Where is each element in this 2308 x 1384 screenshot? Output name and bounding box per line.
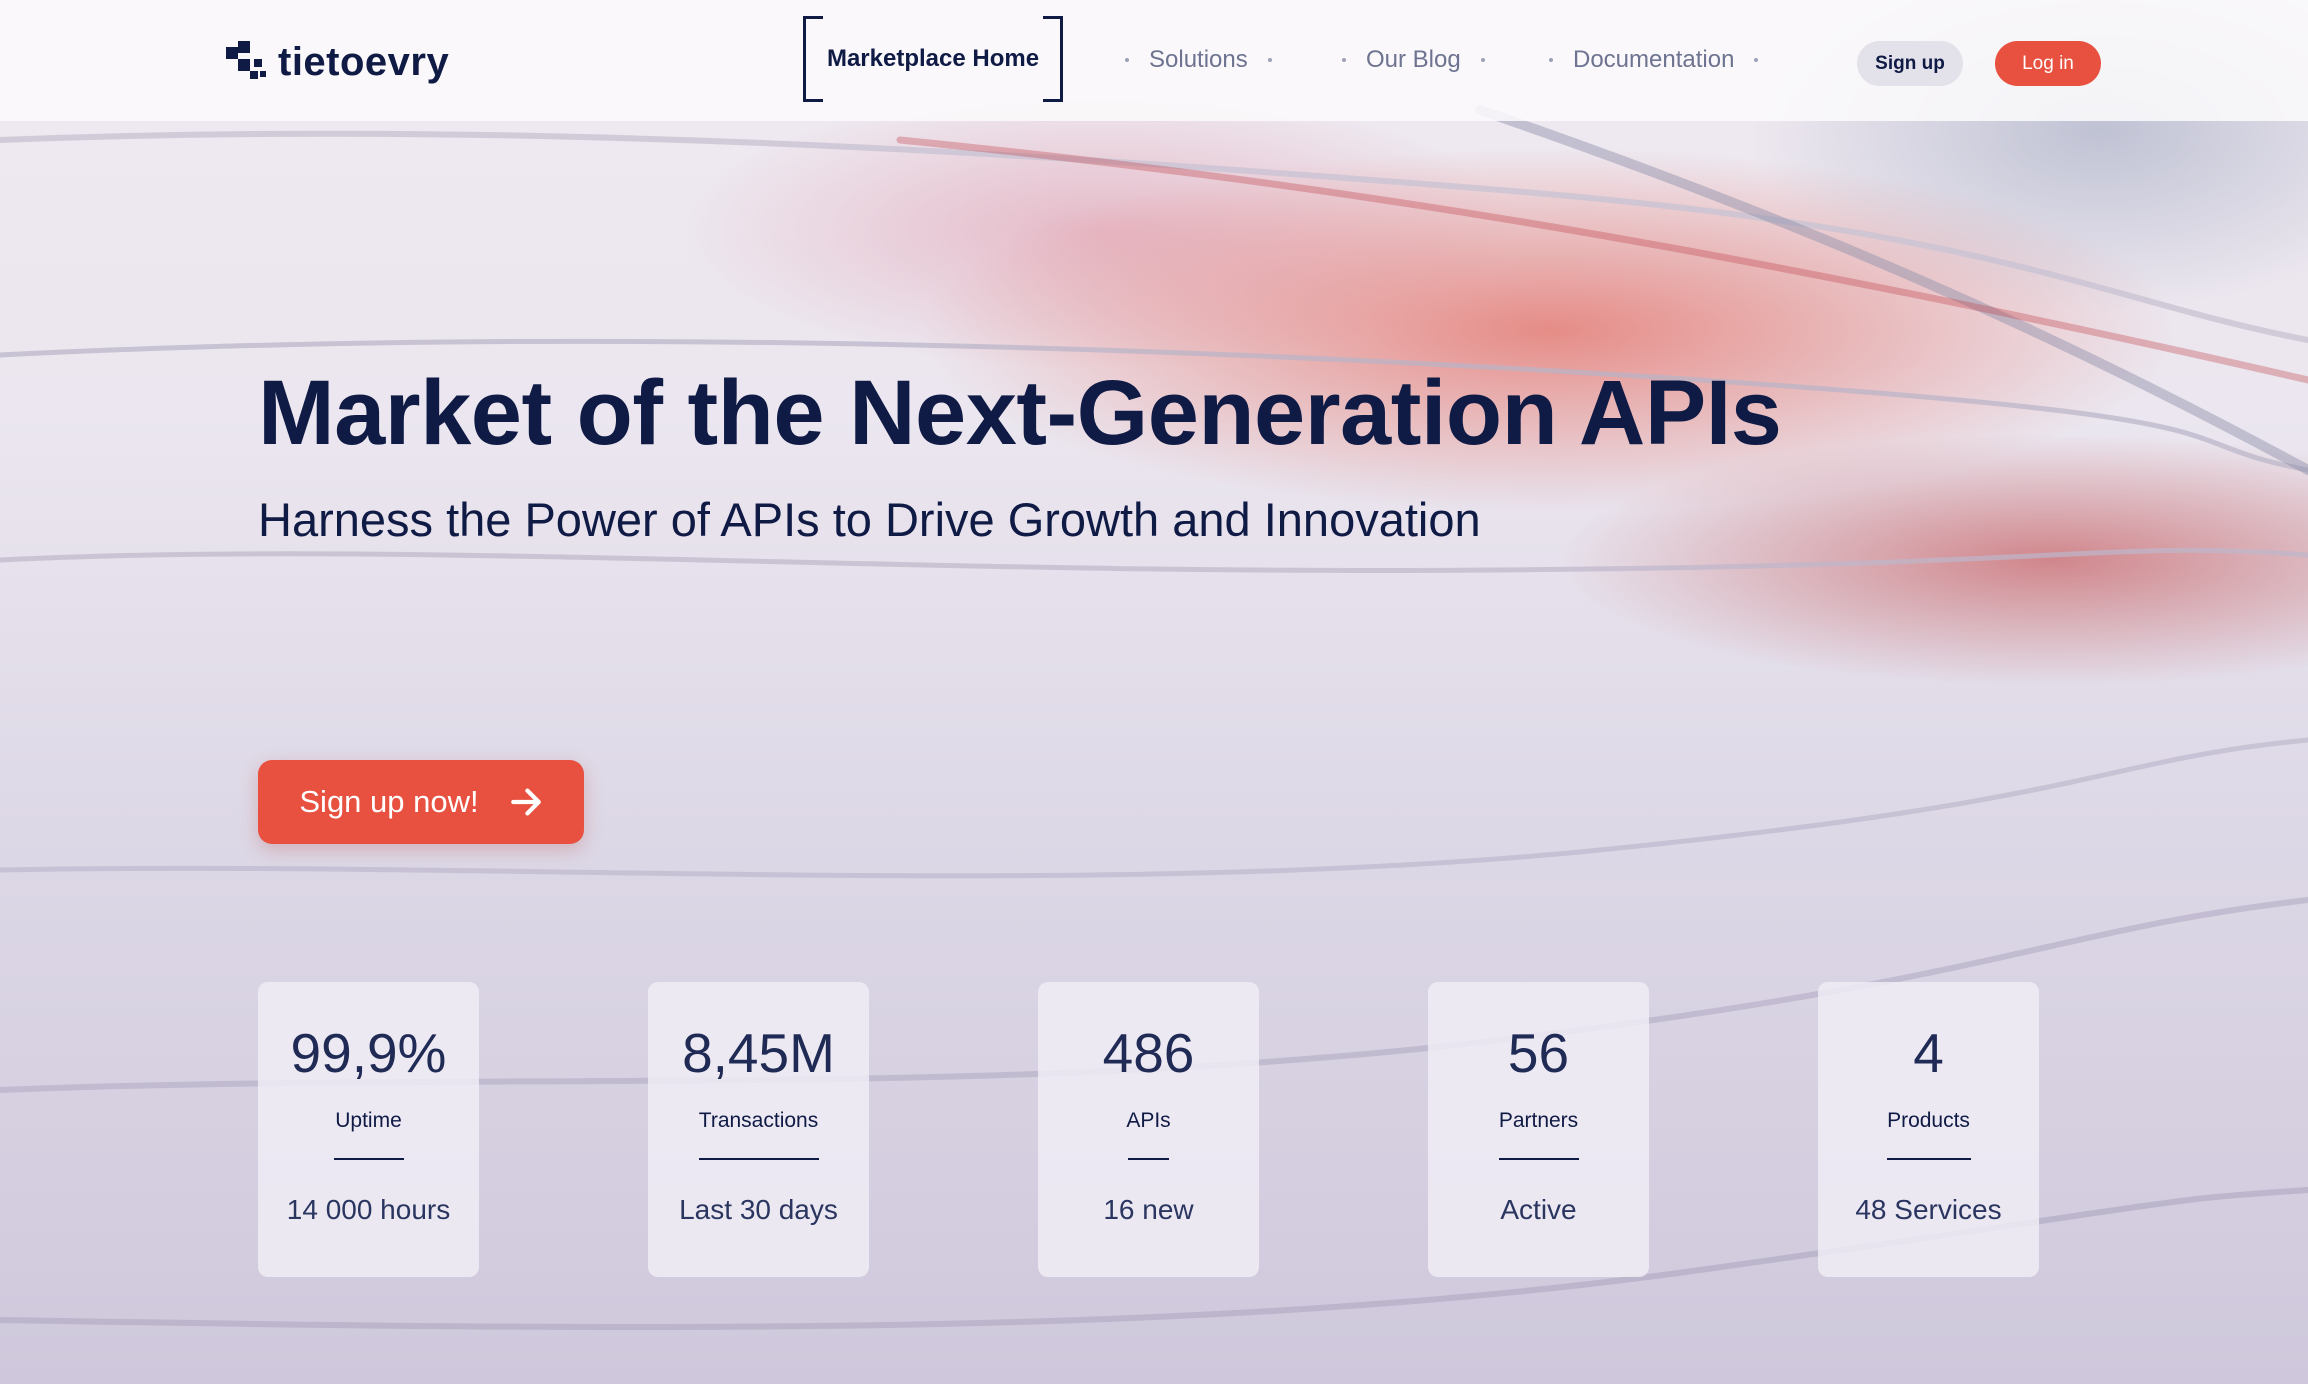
right-bracket (1043, 16, 1063, 102)
nav-solutions-label: Solutions (1149, 46, 1248, 73)
sign-up-now-button[interactable]: Sign up now! (258, 760, 584, 844)
left-bracket (803, 16, 823, 102)
stat-label: APIs (1126, 1109, 1171, 1132)
stat-card-uptime: 99,9% Uptime 14 000 hours (258, 982, 479, 1277)
separator-dot (1267, 58, 1272, 62)
stat-detail: 48 Services (1855, 1194, 2002, 1225)
logo-wordmark: tietoevry (278, 39, 450, 84)
stat-detail: 16 new (1103, 1194, 1194, 1225)
nav-marketplace-home-label: Marketplace Home (826, 45, 1040, 72)
top-navigation-bar: tietoevry Marketplace Home Solutions Our… (0, 0, 2308, 121)
nav-our-blog[interactable]: Our Blog (1322, 40, 1505, 80)
logo-mark-icon (226, 41, 268, 83)
stat-divider (1499, 1158, 1579, 1160)
arrow-right-icon (510, 788, 541, 816)
nav-documentation-label: Documentation (1573, 46, 1735, 73)
stat-card-products: 4 Products 48 Services (1818, 982, 2039, 1277)
stat-divider (1128, 1158, 1169, 1160)
nav-our-blog-label: Our Blog (1366, 46, 1461, 73)
hero-title: Market of the Next-Generation APIs (258, 362, 1782, 464)
nav-documentation[interactable]: Documentation (1529, 40, 1778, 80)
stat-card-partners: 56 Partners Active (1428, 982, 1649, 1277)
hero-subtitle: Harness the Power of APIs to Drive Growt… (258, 493, 1481, 546)
separator-dot (1480, 58, 1485, 62)
sign-up-button[interactable]: Sign up (1857, 41, 1963, 86)
log-in-button[interactable]: Log in (1995, 41, 2101, 86)
stat-divider (699, 1158, 819, 1160)
separator-dot (1342, 58, 1346, 62)
nav-solutions[interactable]: Solutions (1105, 40, 1292, 80)
stat-label: Products (1887, 1109, 1970, 1132)
stat-detail: 14 000 hours (286, 1194, 451, 1225)
stat-value: 4 (1913, 1022, 1944, 1084)
stat-label: Uptime (335, 1109, 402, 1132)
stat-card-transactions: 8,45M Transactions Last 30 days (648, 982, 869, 1277)
stat-value: 99,9% (290, 1022, 447, 1084)
separator-dot (1549, 58, 1553, 62)
separator-dot (1754, 58, 1759, 62)
stat-label: Transactions (698, 1109, 819, 1132)
stat-value: 8,45M (682, 1022, 835, 1084)
stat-value: 486 (1102, 1022, 1195, 1084)
nav-marketplace-home[interactable]: Marketplace Home (803, 16, 1063, 102)
stat-label: Partners (1498, 1109, 1579, 1132)
stat-detail: Last 30 days (679, 1194, 838, 1225)
stat-card-apis: 486 APIs 16 new (1038, 982, 1259, 1277)
tietoevry-logo[interactable]: tietoevry (226, 38, 449, 86)
sign-up-now-label: Sign up now! (299, 784, 479, 819)
stat-divider (334, 1158, 404, 1160)
separator-dot (1125, 58, 1129, 62)
stat-detail: Active (1500, 1194, 1577, 1225)
stat-value: 56 (1507, 1022, 1570, 1084)
stat-divider (1887, 1158, 1971, 1160)
